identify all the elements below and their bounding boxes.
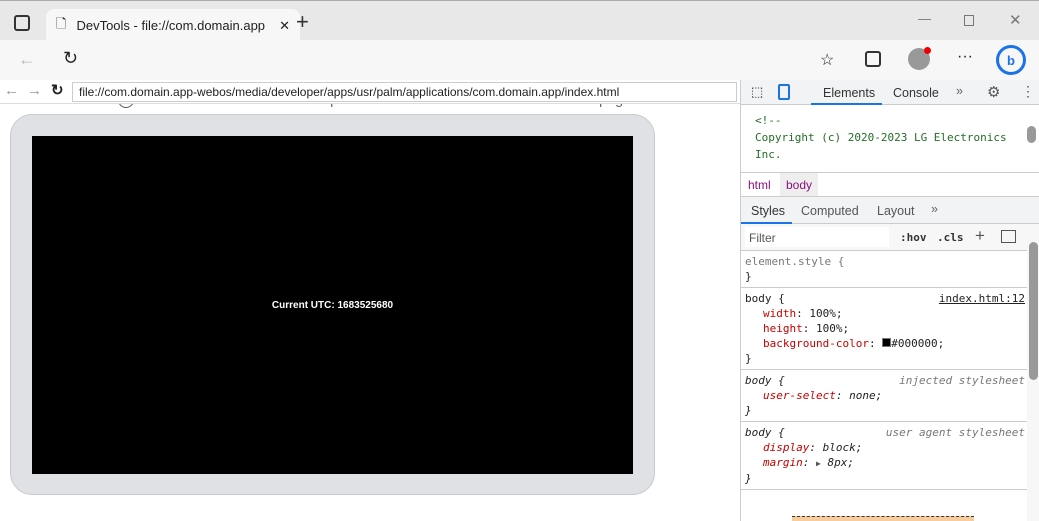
dom-scrollbar[interactable] xyxy=(1026,113,1036,173)
back-icon[interactable]: ← xyxy=(18,49,36,70)
box-model-margin xyxy=(792,516,974,521)
back-icon[interactable]: ← xyxy=(4,82,19,99)
reload-icon[interactable]: ↻ xyxy=(51,81,64,99)
styles-rules: element.style {} body {index.html:12 wid… xyxy=(741,251,1027,490)
sidebar-icon[interactable] xyxy=(14,15,30,31)
style-rule[interactable]: body {user agent stylesheet display: blo… xyxy=(741,422,1027,490)
tab-computed[interactable]: Computed xyxy=(801,204,859,218)
profile-avatar[interactable] xyxy=(908,47,931,70)
styles-scrollbar[interactable] xyxy=(1027,224,1039,521)
more-subtabs-icon[interactable]: » xyxy=(931,202,938,216)
style-rule[interactable]: element.style {} xyxy=(741,251,1027,288)
breadcrumb-html[interactable]: html xyxy=(748,178,771,192)
tab-layout[interactable]: Layout xyxy=(877,204,915,218)
new-rule-icon[interactable]: + xyxy=(975,226,985,246)
menu-icon[interactable]: ⋮ xyxy=(1021,83,1035,100)
device-toggle-icon[interactable] xyxy=(778,84,790,100)
tab-elements[interactable]: Elements xyxy=(823,86,875,100)
toggle-sidebar-icon[interactable] xyxy=(1001,230,1016,243)
more-icon[interactable]: ··· xyxy=(957,48,973,66)
style-rule[interactable]: body {index.html:12 width: 100%; height:… xyxy=(741,288,1027,370)
filter-input[interactable]: Filter xyxy=(745,227,889,247)
devtools-toolbar: ⬚ Elements Console » ⚙ ⋮ xyxy=(741,80,1039,105)
favorites-icon[interactable]: ☆ xyxy=(820,50,834,70)
browser-toolbar: ← ↻ i localhost:52970/devtools/inspector… xyxy=(0,40,1039,116)
style-rule[interactable]: body {injected stylesheet user-select: n… xyxy=(741,370,1027,422)
device-screen[interactable]: Current UTC: 1683525680 xyxy=(32,136,633,474)
settings-icon[interactable]: ⚙ xyxy=(987,83,1000,101)
hov-button[interactable]: :hov xyxy=(900,231,927,244)
new-tab-icon[interactable]: + xyxy=(296,9,309,35)
refresh-icon[interactable]: ↻ xyxy=(63,48,78,69)
styles-filter-bar: Filter :hov .cls + xyxy=(741,224,1027,251)
inspect-icon[interactable]: ⬚ xyxy=(751,84,763,100)
breadcrumb-body[interactable]: body xyxy=(780,173,819,196)
tab-console[interactable]: Console xyxy=(893,86,939,100)
dom-comment[interactable]: <!-- Copyright (c) 2020-2023 LG Electron… xyxy=(755,112,1007,163)
forward-icon[interactable]: → xyxy=(27,82,42,99)
styles-tabbar: Styles Computed Layout » xyxy=(741,197,1039,224)
tab-styles[interactable]: Styles xyxy=(751,204,785,218)
close-tab-icon[interactable]: ✕ xyxy=(279,18,290,34)
color-swatch[interactable] xyxy=(882,338,892,347)
source-link[interactable]: index.html:12 xyxy=(939,291,1025,306)
breadcrumb: html body xyxy=(741,173,1039,197)
cls-button[interactable]: .cls xyxy=(937,231,964,244)
page-icon: 🗋 xyxy=(56,15,67,31)
minimize-icon[interactable]: — xyxy=(918,11,931,26)
devtools-panel: ⬚ Elements Console » ⚙ ⋮ <!-- Copyright … xyxy=(740,80,1039,521)
utc-text: Current UTC: 1683525680 xyxy=(271,299,394,311)
page-url-input[interactable]: file://com.domain.app-webos/media/develo… xyxy=(72,82,737,102)
more-tabs-icon[interactable]: » xyxy=(956,84,963,98)
close-window-icon[interactable]: ✕ xyxy=(1009,11,1022,29)
bing-icon[interactable]: b xyxy=(996,45,1026,75)
maximize-icon[interactable] xyxy=(964,15,974,26)
collections-icon[interactable] xyxy=(865,51,881,67)
tab-bar: 🗋 DevTools - file://com.domain.app ✕ + —… xyxy=(0,0,1039,42)
tab-title: DevTools - file://com.domain.app xyxy=(76,18,266,33)
browser-tab[interactable]: 🗋 DevTools - file://com.domain.app ✕ xyxy=(46,9,300,42)
